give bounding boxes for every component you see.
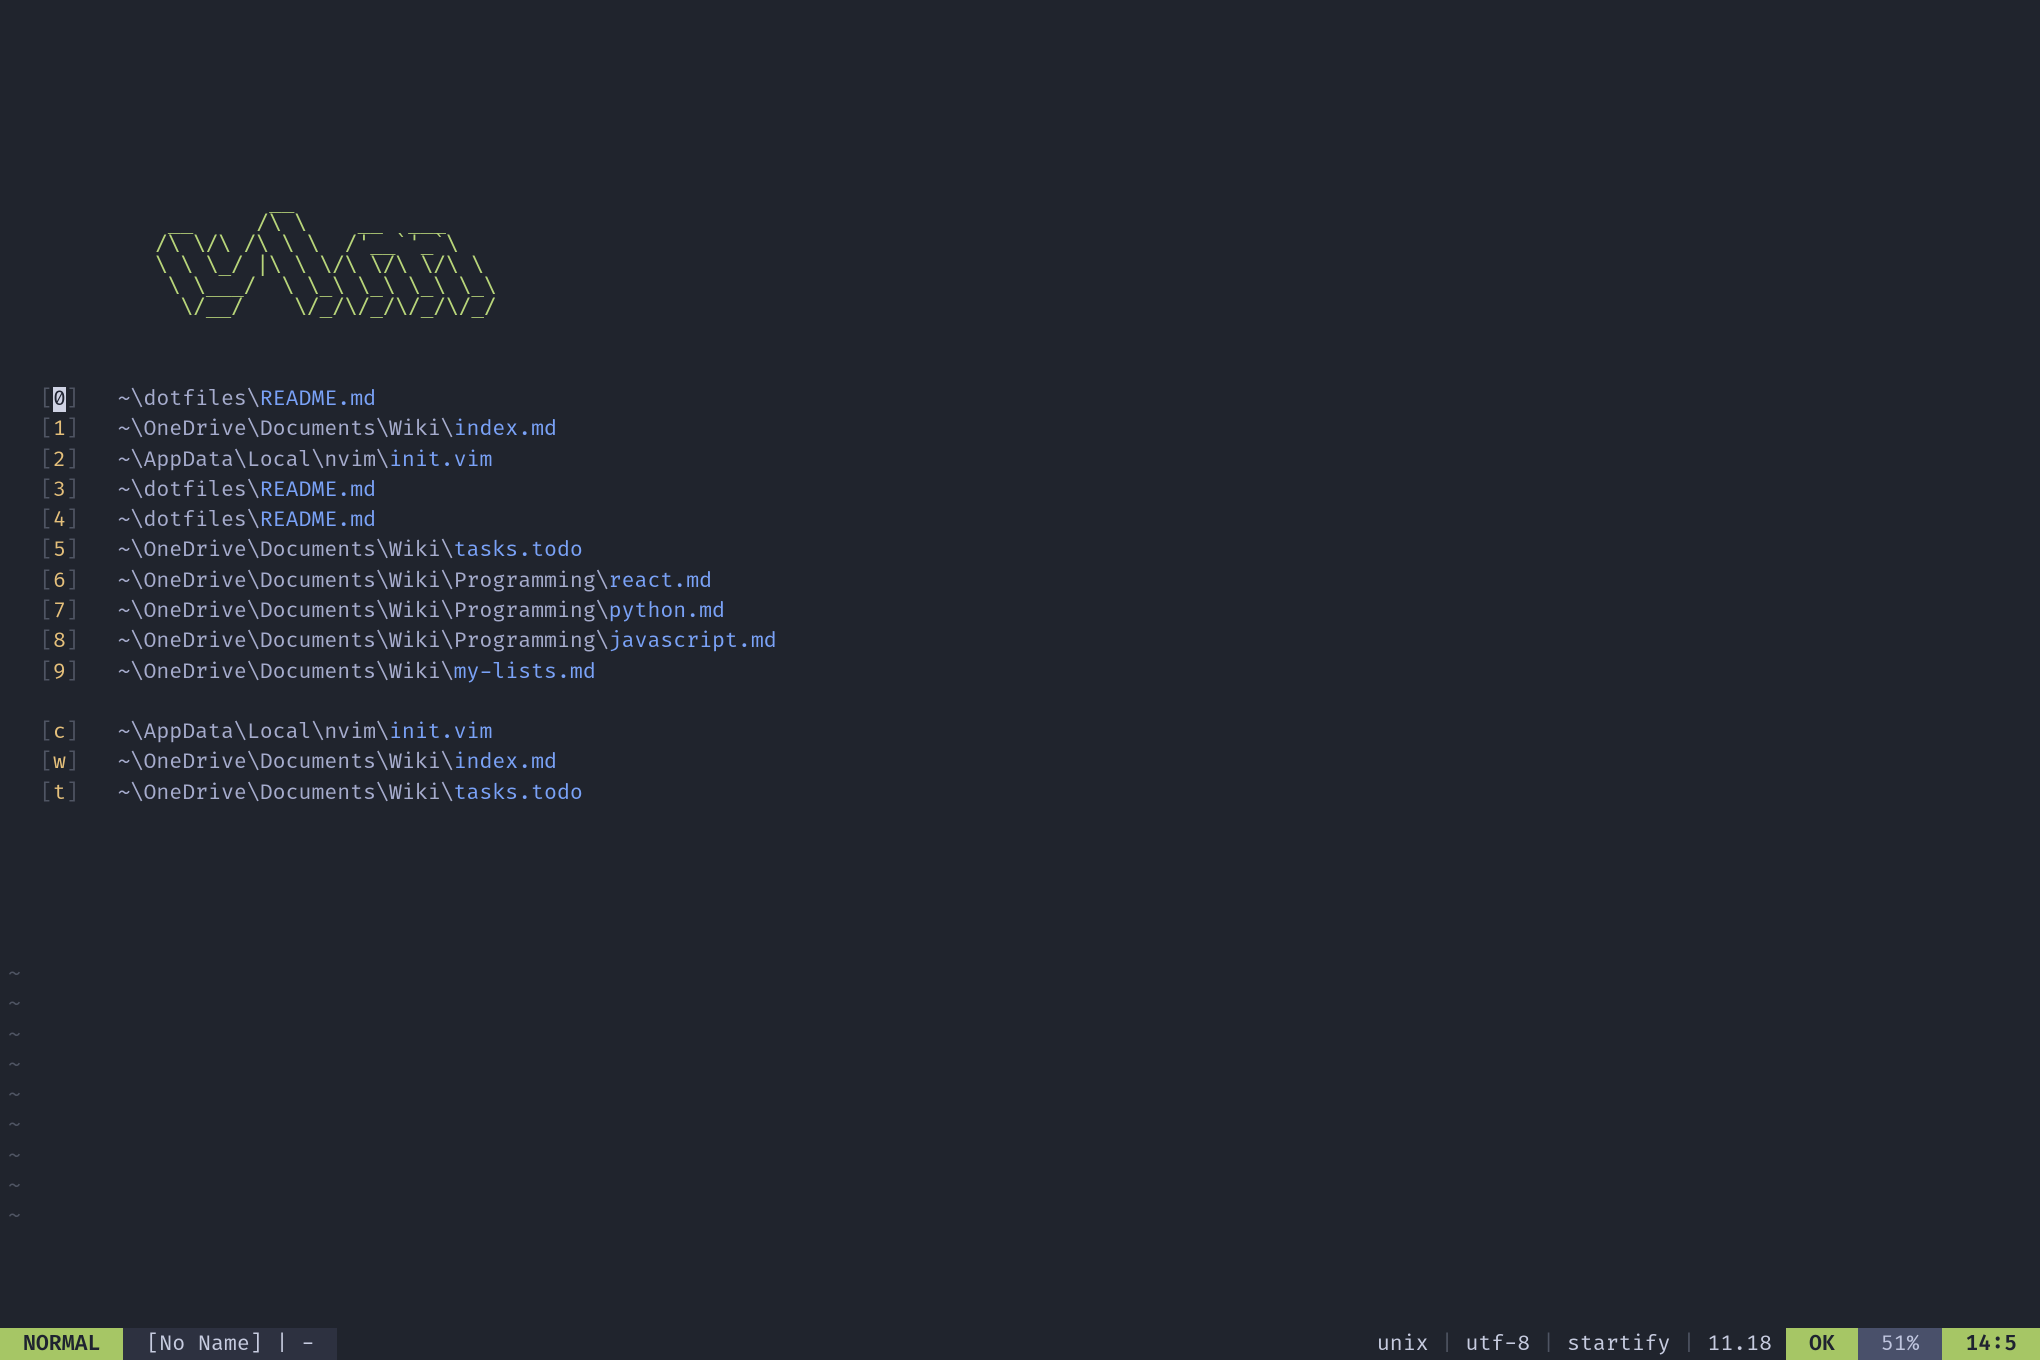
fileformat: unix [1371, 1334, 1435, 1355]
entry-filename: index.md [454, 417, 557, 442]
mru-item[interactable]: [9] ~\OneDrive\Documents\Wiki\my-lists.m… [40, 658, 2040, 688]
status-right: unix | utf-8 | startify | 11.18 OK 51% 1… [1371, 1328, 2040, 1360]
entry-path: ~\AppData\Local\nvim\ [118, 448, 389, 473]
bookmark-item[interactable]: [t] ~\OneDrive\Documents\Wiki\tasks.todo [40, 779, 2040, 809]
entry-key: 1 [53, 417, 66, 442]
entry-path: ~\OneDrive\Documents\Wiki\Programming\ [118, 599, 609, 624]
entry-path: ~\OneDrive\Documents\Wiki\ [118, 538, 454, 563]
entry-key: 6 [53, 569, 66, 594]
entry-key: c [53, 720, 66, 745]
mru-item[interactable]: [2] ~\AppData\Local\nvim\init.vim [40, 446, 2040, 476]
mru-list: [0] ~\dotfiles\README.md[1] ~\OneDrive\D… [40, 385, 2040, 688]
entry-path: ~\OneDrive\Documents\Wiki\ [118, 750, 454, 775]
entry-filename: init.vim [389, 448, 492, 473]
entry-filename: react.md [609, 569, 712, 594]
entry-path: ~\dotfiles\ [118, 478, 260, 503]
mru-item[interactable]: [4] ~\dotfiles\README.md [40, 506, 2040, 536]
mru-item[interactable]: [8] ~\OneDrive\Documents\Wiki\Programmin… [40, 627, 2040, 657]
entry-path: ~\dotfiles\ [118, 508, 260, 533]
entry-key: 8 [53, 629, 66, 654]
entry-key: t [53, 781, 66, 806]
scroll-percent: 51% [1858, 1328, 1943, 1360]
entry-path: ~\OneDrive\Documents\Wiki\Programming\ [118, 629, 609, 654]
mru-item[interactable]: [6] ~\OneDrive\Documents\Wiki\Programmin… [40, 567, 2040, 597]
entry-key: 0 [53, 387, 66, 412]
cursor-position: 14:5 [1942, 1328, 2040, 1360]
entry-filename: README.md [260, 478, 376, 503]
entry-filename: tasks.todo [454, 538, 583, 563]
entry-filename: index.md [454, 750, 557, 775]
filetype: startify [1561, 1334, 1676, 1355]
statusline: NORMAL [No Name] | - unix | utf-8 | star… [0, 1328, 2040, 1360]
entry-path: ~\AppData\Local\nvim\ [118, 720, 389, 745]
entry-path: ~\OneDrive\Documents\Wiki\ [118, 781, 454, 806]
entry-key: 2 [53, 448, 66, 473]
entry-filename: javascript.md [609, 629, 777, 654]
mru-item[interactable]: [1] ~\OneDrive\Documents\Wiki\index.md [40, 415, 2040, 445]
entry-key: 4 [53, 508, 66, 533]
bookmark-item[interactable]: [c] ~\AppData\Local\nvim\init.vim [40, 718, 2040, 748]
mru-item[interactable]: [5] ~\OneDrive\Documents\Wiki\tasks.todo [40, 536, 2040, 566]
entry-filename: my-lists.md [454, 660, 596, 685]
entry-filename: README.md [260, 508, 376, 533]
empty-line-tildes: ~ ~ ~ ~ ~ ~ ~ ~ ~ [8, 960, 21, 1233]
startup-time: 11.18 [1701, 1334, 1778, 1355]
separator-icon: | [1435, 1334, 1460, 1355]
diagnostics-ok: OK [1786, 1328, 1858, 1360]
encoding: utf-8 [1460, 1334, 1537, 1355]
separator-icon: | [1676, 1334, 1701, 1355]
entry-filename: README.md [260, 387, 376, 412]
entry-path: ~\OneDrive\Documents\Wiki\ [118, 660, 454, 685]
bookmark-list: [c] ~\AppData\Local\nvim\init.vim[w] ~\O… [40, 718, 2040, 809]
buffer-name: [No Name] | - [123, 1328, 337, 1360]
entry-filename: tasks.todo [454, 781, 583, 806]
entry-path: ~\dotfiles\ [118, 387, 260, 412]
bookmark-item[interactable]: [w] ~\OneDrive\Documents\Wiki\index.md [40, 748, 2040, 778]
mru-item[interactable]: [0] ~\dotfiles\README.md [40, 385, 2040, 415]
entry-filename: init.vim [389, 720, 492, 745]
ascii-header: __ __ /\ \ __ ___ /\ \/\ /\ \ \ /'__`'_`… [40, 191, 2040, 317]
entry-key: 5 [53, 538, 66, 563]
entry-path: ~\OneDrive\Documents\Wiki\Programming\ [118, 569, 609, 594]
mode-indicator: NORMAL [0, 1328, 123, 1360]
entry-path: ~\OneDrive\Documents\Wiki\ [118, 417, 454, 442]
startify-buffer: __ __ /\ \ __ ___ /\ \/\ /\ \ \ /'__`'_`… [0, 0, 2040, 809]
entry-key: 3 [53, 478, 66, 503]
mru-item[interactable]: [7] ~\OneDrive\Documents\Wiki\Programmin… [40, 597, 2040, 627]
separator-icon: | [1536, 1334, 1561, 1355]
entry-key: 9 [53, 660, 66, 685]
entry-filename: python.md [609, 599, 725, 624]
mru-item[interactable]: [3] ~\dotfiles\README.md [40, 476, 2040, 506]
entry-key: w [53, 750, 66, 775]
entry-key: 7 [53, 599, 66, 624]
